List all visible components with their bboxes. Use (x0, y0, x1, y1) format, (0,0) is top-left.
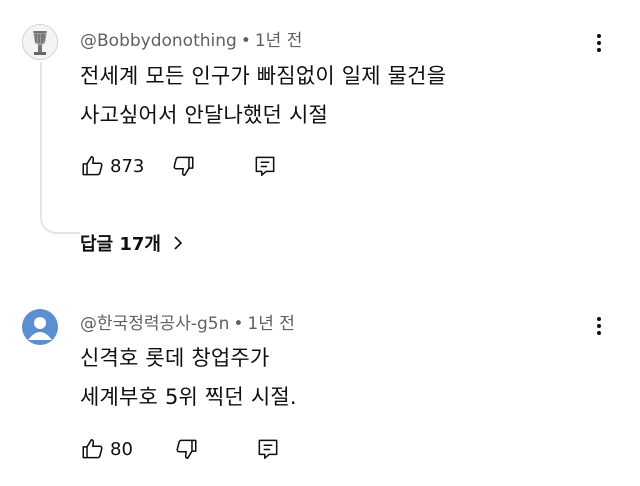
reply-button[interactable] (252, 153, 278, 179)
thumbs-up-icon (82, 439, 103, 459)
timestamp[interactable]: 1년 전 (255, 31, 303, 51)
author-name[interactable]: @한국정력공사-g5n (80, 314, 229, 334)
separator-dot: • (240, 31, 251, 51)
more-actions-button[interactable] (588, 315, 610, 337)
reply-icon (258, 439, 278, 459)
separator-dot: • (233, 314, 244, 334)
avatar[interactable] (22, 24, 58, 60)
reply-icon (255, 156, 275, 176)
view-replies-button[interactable]: 답글 17개 (80, 230, 187, 256)
comment-meta: @한국정력공사-g5n • 1년 전 (80, 309, 295, 334)
replies-count-label: 답글 17개 (80, 234, 161, 255)
thread-connector (40, 62, 80, 234)
thumbs-down-icon (176, 439, 197, 459)
more-vertical-icon (597, 34, 601, 52)
timestamp[interactable]: 1년 전 (247, 314, 295, 334)
like-count: 80 (110, 438, 133, 460)
like-button[interactable]: 873 (80, 153, 144, 179)
dislike-button[interactable] (173, 436, 199, 462)
like-button[interactable]: 80 (80, 436, 133, 462)
dislike-button[interactable] (170, 153, 196, 179)
thumbs-down-icon (173, 156, 194, 176)
thumbs-up-icon (82, 156, 103, 176)
default-avatar-icon (28, 317, 52, 340)
more-vertical-icon (597, 317, 601, 335)
like-count: 873 (110, 155, 145, 177)
more-actions-button[interactable] (588, 32, 610, 54)
comment-meta: @Bobbydonothing • 1년 전 (80, 26, 302, 51)
author-name[interactable]: @Bobbydonothing (80, 31, 237, 51)
comment-actions: 873 (80, 150, 278, 182)
comment-actions: 80 (80, 433, 281, 465)
trophy-avatar-icon (23, 25, 57, 59)
comment-text-line: 세계부호 5위 찍던 시절. (80, 385, 297, 409)
comment-text-line: 사고싶어서 안달나했던 시절 (80, 103, 328, 127)
comment-text-line: 신격호 롯데 창업주가 (80, 346, 270, 370)
reply-button[interactable] (255, 436, 281, 462)
avatar[interactable] (22, 309, 58, 345)
chevron-right-icon (174, 236, 183, 250)
comment-text-line: 전세계 모든 인구가 빠짐없이 일제 물건을 (80, 64, 447, 88)
